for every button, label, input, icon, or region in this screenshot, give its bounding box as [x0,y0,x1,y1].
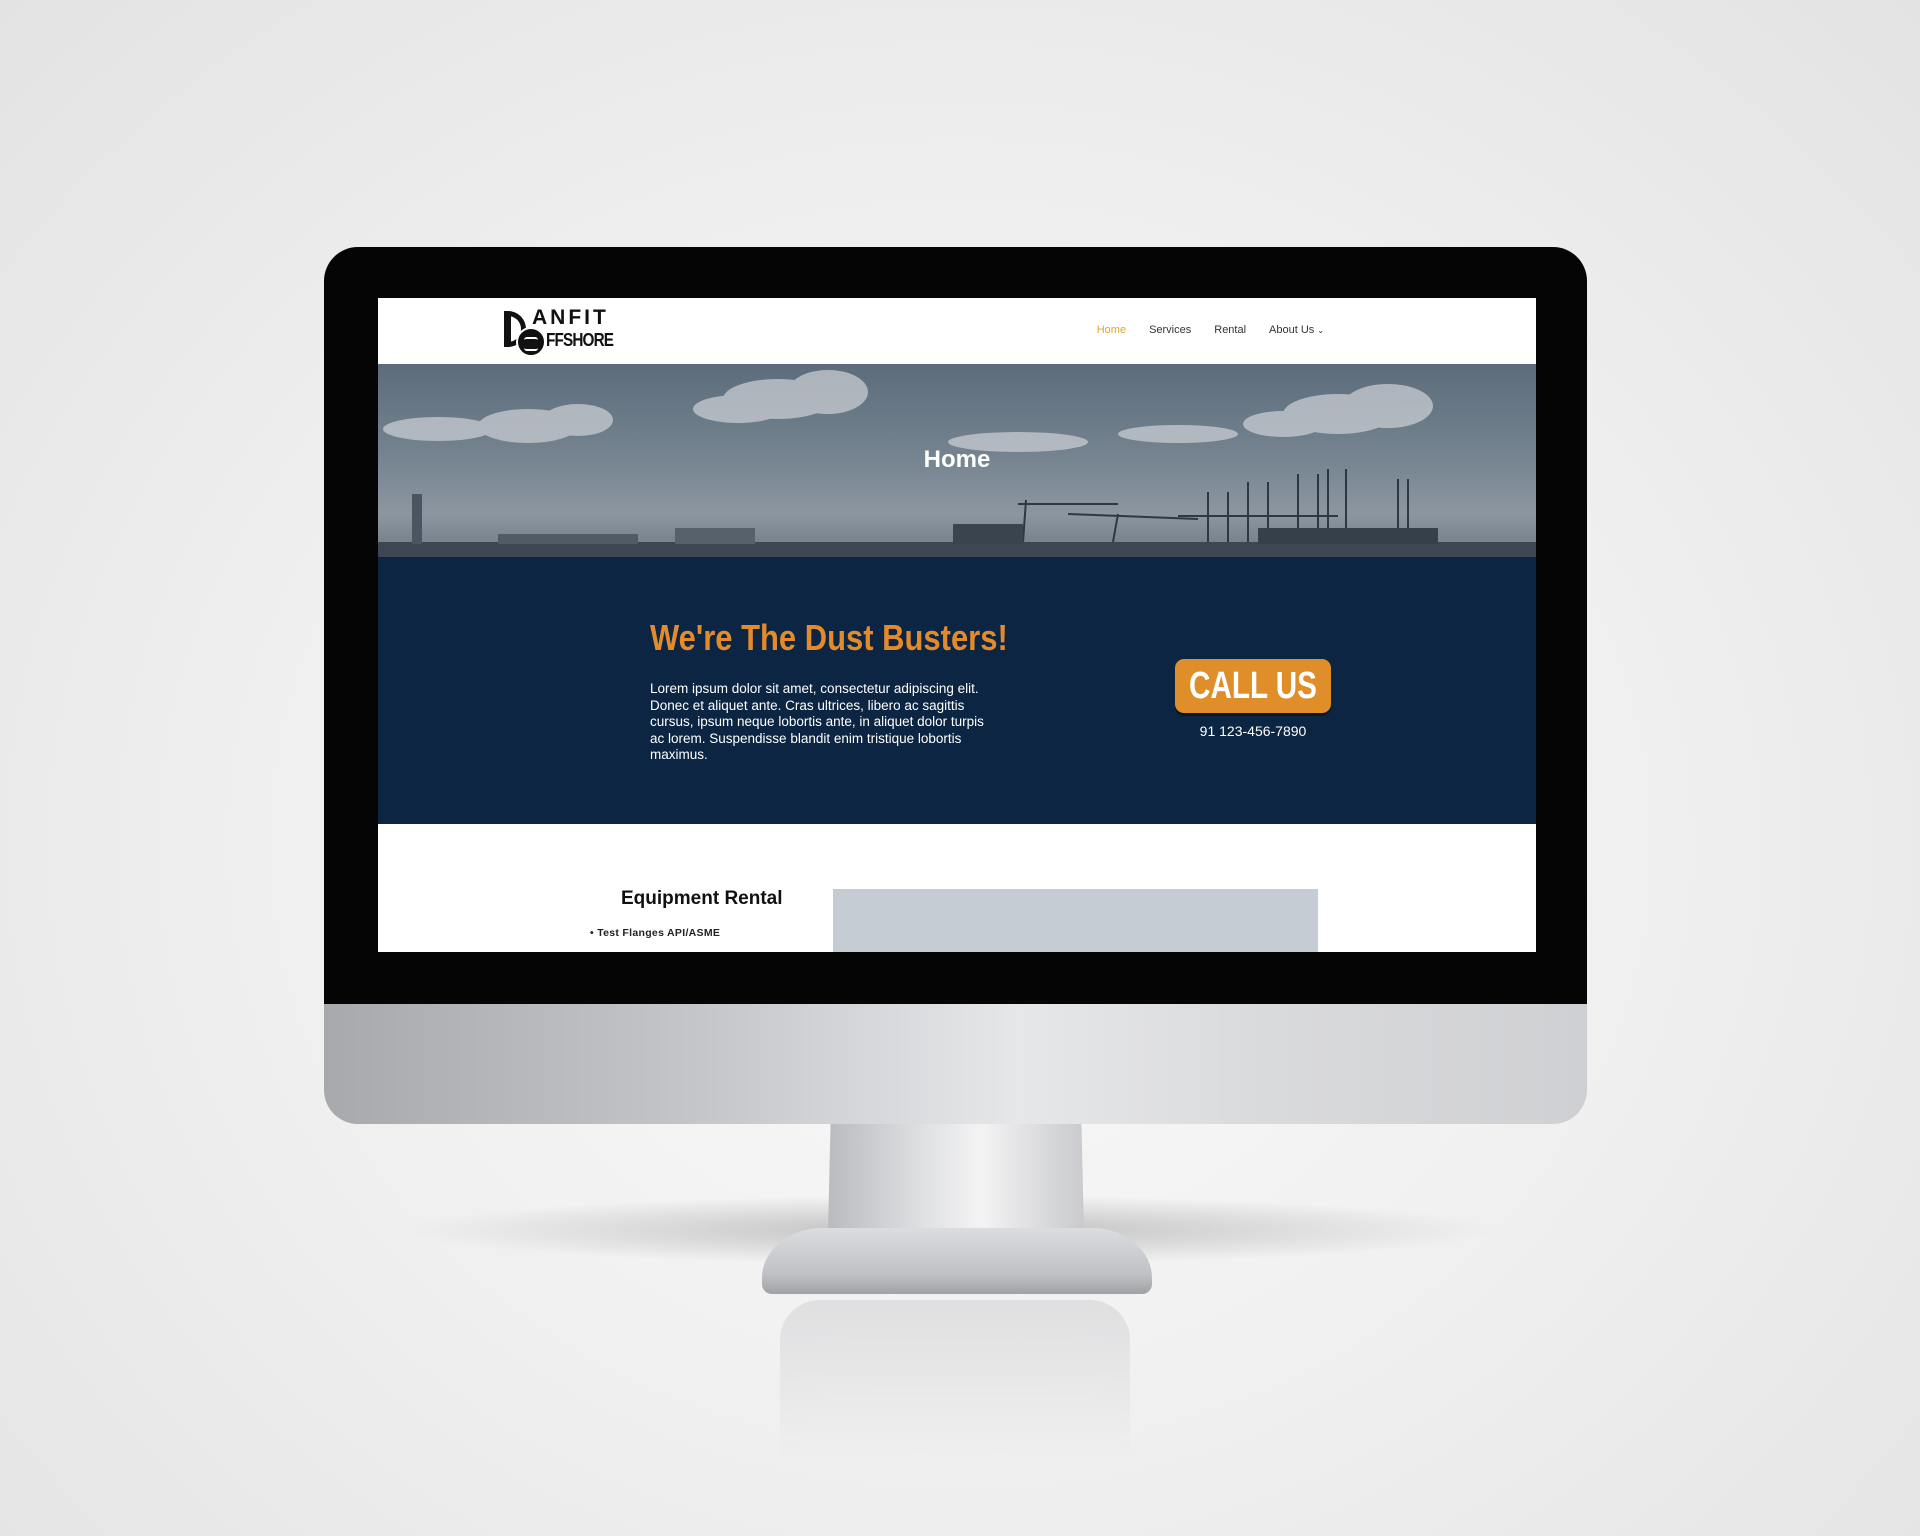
logo-text-line2: FFSHORE [546,330,614,350]
monitor-chin [324,1003,1587,1124]
hero-banner: Home [378,364,1536,557]
nav-item-home[interactable]: Home [1097,324,1126,336]
monitor-stand-neck [828,1123,1084,1233]
equipment-rental-section: Equipment Rental Test Flanges API/ASME [378,824,1536,952]
main-nav: Home Services Rental About Us ⌄ [1097,324,1324,336]
cta-heading: We're The Dust Busters! [650,617,1008,658]
logo-text-line1: ANFIT [532,306,609,329]
call-us-button[interactable]: CALL US [1175,659,1331,713]
website-screen: ANFIT FFSHORE Home Services Rental About… [378,298,1536,952]
site-header: ANFIT FFSHORE Home Services Rental About… [378,298,1536,364]
phone-number[interactable]: 91 123-456-7890 [1175,723,1331,739]
list-item: Test Flanges API/ASME [590,927,720,939]
stand-reflection [780,1300,1130,1460]
rental-image-placeholder [833,889,1318,952]
logo-wave-icon [516,327,546,357]
nav-item-rental[interactable]: Rental [1214,324,1246,336]
nav-item-services[interactable]: Services [1149,324,1191,336]
site-logo[interactable]: ANFIT FFSHORE [504,305,618,357]
rental-title: Equipment Rental [621,888,783,909]
call-us-button-label: CALL US [1189,664,1317,707]
nav-item-about-us[interactable]: About Us ⌄ [1269,324,1324,336]
cta-section: We're The Dust Busters! Lorem ipsum dolo… [378,557,1536,824]
chevron-down-icon: ⌄ [1317,326,1324,335]
rental-list: Test Flanges API/ASME [590,927,720,939]
hero-title: Home [923,446,991,473]
monitor-stand-base [762,1228,1152,1294]
nav-item-about-us-label: About Us [1269,324,1315,336]
cta-body-text: Lorem ipsum dolor sit amet, consectetur … [650,681,984,762]
